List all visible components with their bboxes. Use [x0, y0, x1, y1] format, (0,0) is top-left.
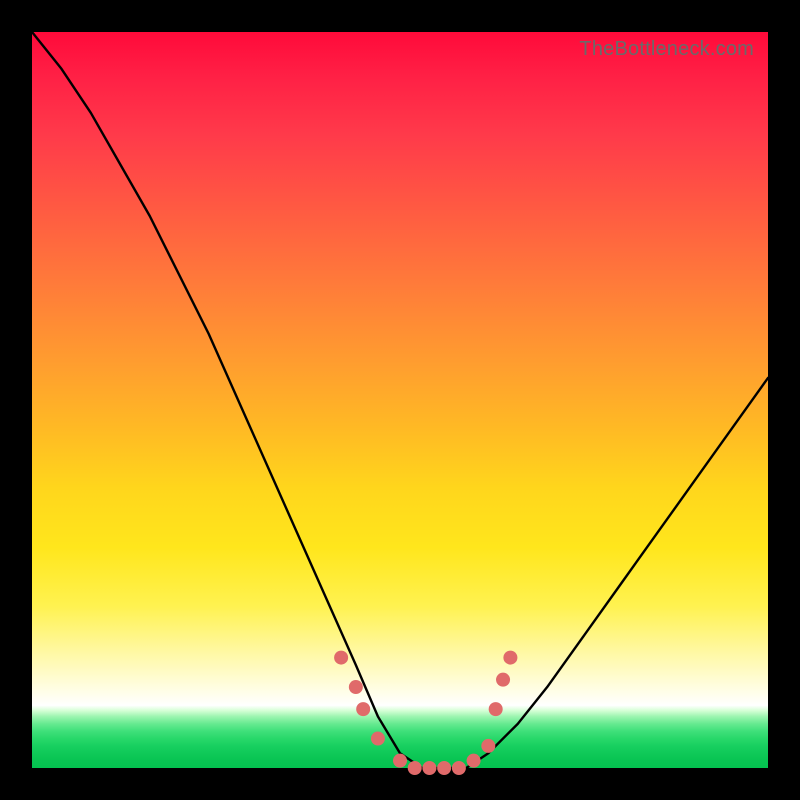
marker-dot — [356, 702, 370, 716]
marker-dot — [334, 651, 348, 665]
bottleneck-curve — [32, 32, 768, 768]
curve-layer — [32, 32, 768, 768]
marker-dot — [422, 761, 436, 775]
marker-dot — [371, 732, 385, 746]
marker-dot — [408, 761, 422, 775]
marker-dot — [467, 754, 481, 768]
marker-dot — [503, 651, 517, 665]
marker-dot — [349, 680, 363, 694]
plot-area: TheBottleneck.com — [32, 32, 768, 768]
marker-dot — [437, 761, 451, 775]
trough-markers — [334, 651, 517, 775]
chart-frame: TheBottleneck.com — [0, 0, 800, 800]
marker-dot — [393, 754, 407, 768]
marker-dot — [496, 673, 510, 687]
marker-dot — [452, 761, 466, 775]
marker-dot — [481, 739, 495, 753]
marker-dot — [489, 702, 503, 716]
